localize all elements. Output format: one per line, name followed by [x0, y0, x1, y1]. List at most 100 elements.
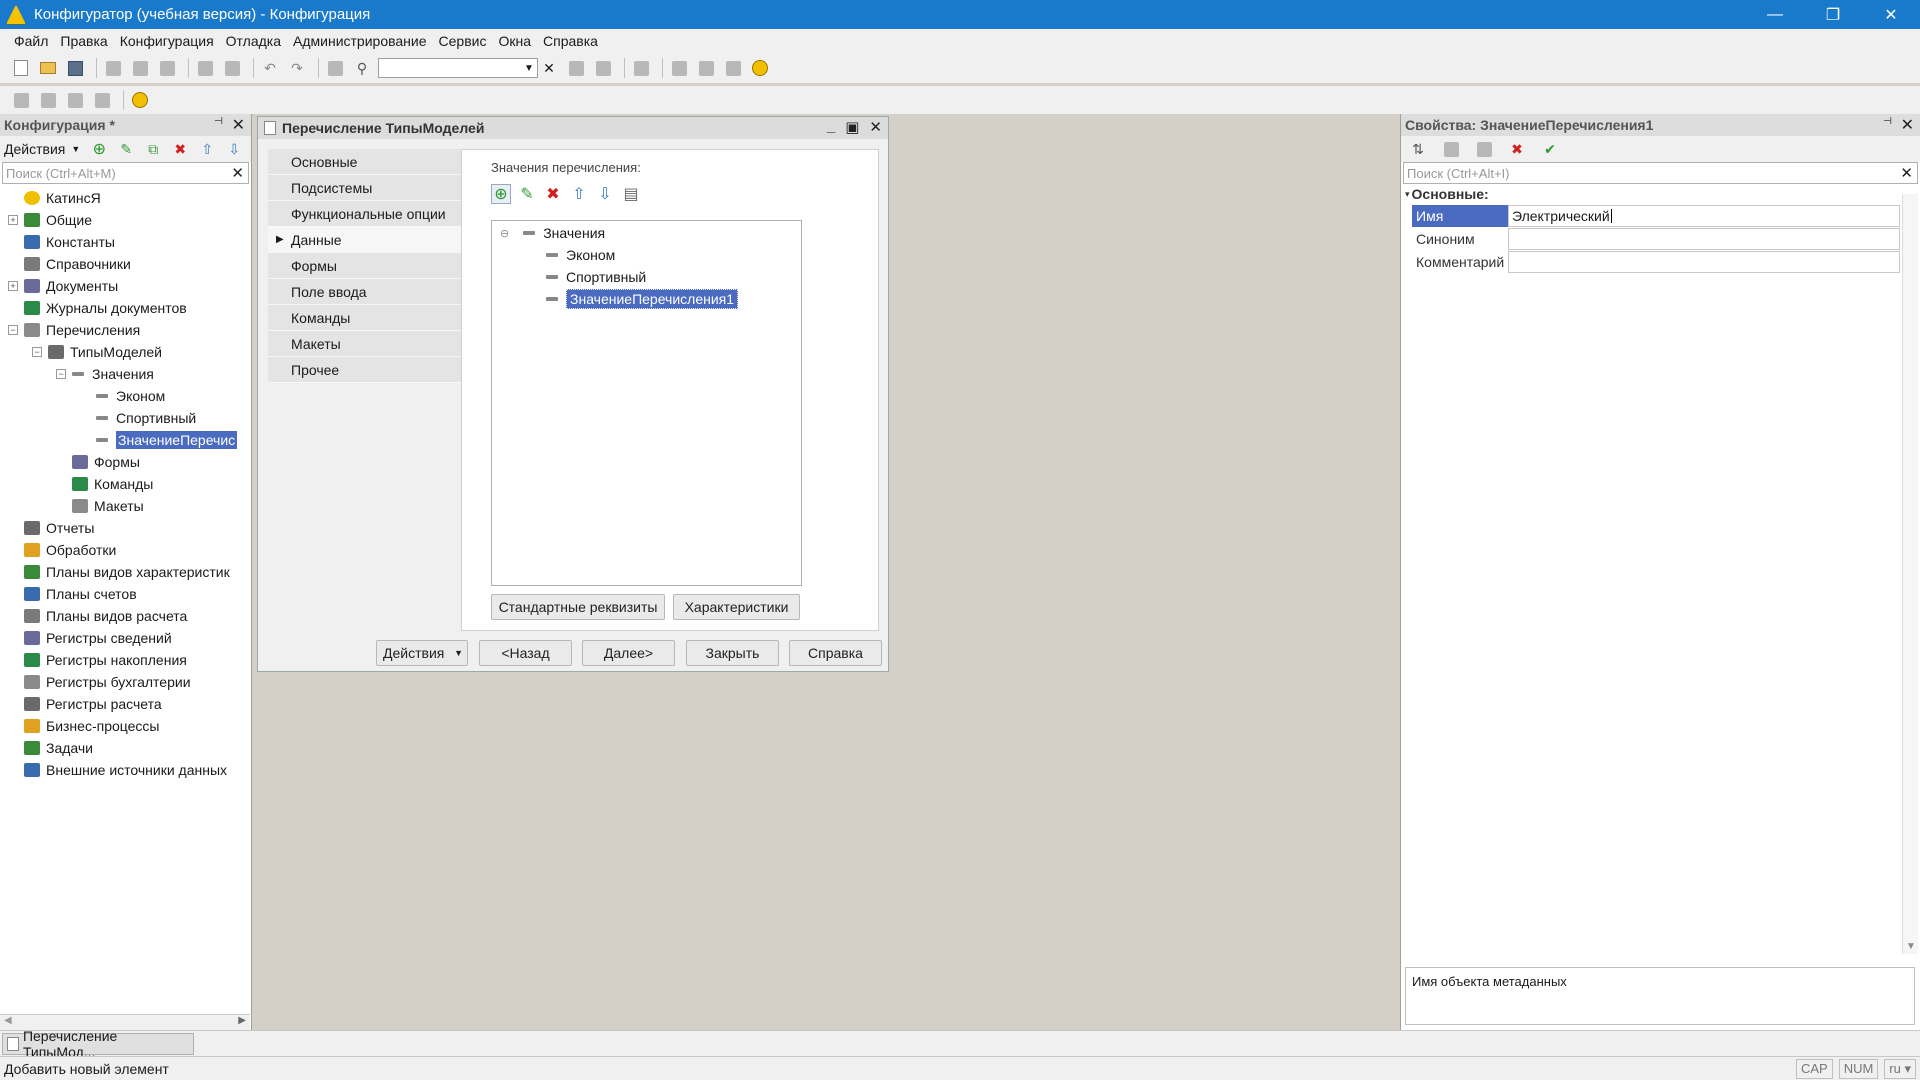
tree-item[interactable]: Команды — [0, 473, 251, 495]
dialog-minimize-icon[interactable]: _ — [827, 118, 835, 136]
standard-attributes-button[interactable]: Стандартные реквизиты — [491, 594, 665, 620]
dialog-nav-item[interactable]: ▶ Данные — [268, 227, 461, 253]
filter-icon[interactable] — [1473, 138, 1495, 160]
search-combo-input[interactable]: ▼ — [378, 58, 538, 78]
expand-icon[interactable]: + — [8, 281, 18, 291]
print-preview-icon[interactable] — [221, 57, 243, 79]
undo-icon[interactable]: ↶ — [259, 57, 281, 79]
paste-icon[interactable] — [156, 57, 178, 79]
expand-icon[interactable]: + — [8, 215, 18, 225]
taskbar-item[interactable]: Перечисление ТипыМод... — [2, 1028, 194, 1060]
tree-item[interactable]: Регистры расчета — [0, 693, 251, 715]
tree-item[interactable]: Планы счетов — [0, 583, 251, 605]
dialog-nav-item[interactable]: Команды — [268, 305, 461, 331]
actions-dropdown[interactable]: Действия — [4, 141, 65, 157]
save-icon[interactable] — [64, 57, 86, 79]
tree-item[interactable]: КатинсЯ — [0, 187, 251, 209]
pin-icon[interactable]: ⊣ — [214, 116, 223, 127]
tree-item[interactable]: Регистры накопления — [0, 649, 251, 671]
minimize-button[interactable]: — — [1746, 0, 1804, 29]
categories-icon[interactable] — [1440, 138, 1462, 160]
help-button[interactable]: Справка — [789, 640, 882, 666]
pin-icon[interactable]: ⊣ — [1883, 116, 1892, 127]
templates-toolbar-icon[interactable] — [722, 57, 744, 79]
menu-edit[interactable]: Правка — [60, 33, 107, 49]
tree-item[interactable]: Спортивный — [0, 407, 251, 429]
next-button[interactable]: Далее> — [582, 640, 675, 666]
menu-help[interactable]: Справка — [543, 33, 598, 49]
tree-item[interactable]: Эконом — [0, 385, 251, 407]
dialog-nav-item[interactable]: Функциональные опции — [268, 201, 461, 227]
move-value-down-icon[interactable]: ⇩ — [595, 184, 615, 204]
back-button[interactable]: <Назад — [479, 640, 572, 666]
help-topics-icon[interactable] — [695, 57, 717, 79]
tree-item[interactable]: Регистры бухгалтерии — [0, 671, 251, 693]
menu-administration[interactable]: Администрирование — [293, 33, 427, 49]
copy-item-icon[interactable]: ⧉ — [142, 138, 164, 160]
tree-item[interactable]: Внешние источники данных — [0, 759, 251, 781]
run-debug-icon[interactable] — [129, 89, 151, 111]
clear-search-icon[interactable]: ✕ — [538, 57, 560, 79]
tree-item[interactable]: ЗначениеПеречис — [0, 429, 251, 451]
close-button[interactable]: Закрыть — [686, 640, 779, 666]
list-item[interactable]: Эконом — [546, 245, 615, 265]
comment-field[interactable] — [1508, 250, 1900, 273]
search-next-icon[interactable] — [592, 57, 614, 79]
maximize-button[interactable]: ❐ — [1804, 0, 1862, 29]
syntax-assistant-icon[interactable] — [668, 57, 690, 79]
language-indicator[interactable]: ru ▾ — [1884, 1059, 1916, 1079]
tree-item[interactable]: + Документы — [0, 275, 251, 297]
vertical-scrollbar[interactable]: ▼ — [1902, 194, 1918, 954]
menu-configuration[interactable]: Конфигурация — [120, 33, 214, 49]
config-search-input[interactable]: Поиск (Ctrl+Alt+M) ✕ — [2, 162, 249, 184]
dialog-nav-item[interactable]: Подсистемы — [268, 175, 461, 201]
dialog-nav-item[interactable]: Формы — [268, 253, 461, 279]
tree-item[interactable]: Регистры сведений — [0, 627, 251, 649]
find-in-page-icon[interactable] — [324, 57, 346, 79]
close-panel-icon[interactable]: ✕ — [1901, 115, 1914, 135]
characteristics-button[interactable]: Характеристики — [673, 594, 800, 620]
cancel-icon[interactable]: ✖ — [1506, 138, 1528, 160]
dialog-actions-dropdown[interactable]: Действия ▼ — [376, 640, 468, 666]
config-db-icon[interactable] — [10, 89, 32, 111]
delete-value-icon[interactable]: ✖ — [543, 184, 563, 204]
window-list-icon[interactable] — [630, 57, 652, 79]
close-window-button[interactable]: ✕ — [1862, 0, 1920, 29]
list-item[interactable]: ЗначениеПеречисления1 — [546, 289, 739, 309]
tree-item[interactable]: Макеты — [0, 495, 251, 517]
edit-icon[interactable]: ✎ — [115, 138, 137, 160]
delete-icon[interactable]: ✖ — [169, 138, 191, 160]
redo-icon[interactable]: ↷ — [286, 57, 308, 79]
search-prev-icon[interactable] — [565, 57, 587, 79]
tree-item[interactable]: Отчеты — [0, 517, 251, 539]
dialog-nav-item[interactable]: Прочее — [268, 357, 461, 383]
search-icon[interactable]: ⚲ — [351, 57, 373, 79]
name-field[interactable]: Электрический — [1508, 204, 1900, 227]
sort-values-icon[interactable]: ▤ — [621, 184, 641, 204]
section-main[interactable]: ▾ Основные: — [1401, 184, 1920, 204]
new-document-icon[interactable] — [10, 57, 32, 79]
dialog-close-icon[interactable]: ✕ — [869, 118, 882, 136]
compare-icon[interactable] — [91, 89, 113, 111]
tree-item[interactable]: Бизнес-процессы — [0, 715, 251, 737]
move-value-up-icon[interactable]: ⇧ — [569, 184, 589, 204]
close-panel-icon[interactable]: ✕ — [232, 115, 245, 135]
move-down-icon[interactable]: ⇩ — [223, 138, 245, 160]
dialog-maximize-icon[interactable]: ▣ — [845, 118, 859, 136]
add-icon[interactable]: ⊕ — [88, 138, 110, 160]
edit-value-icon[interactable]: ✎ — [517, 184, 537, 204]
dialog-nav-item[interactable]: Макеты — [268, 331, 461, 357]
tree-item[interactable]: − Перечисления — [0, 319, 251, 341]
collapse-icon[interactable]: − — [8, 325, 18, 335]
dialog-nav-item[interactable]: Основные — [268, 149, 461, 175]
menu-file[interactable]: Файл — [14, 33, 48, 49]
list-item[interactable]: Спортивный — [546, 267, 646, 287]
open-folder-icon[interactable] — [37, 57, 59, 79]
tree-item[interactable]: Константы — [0, 231, 251, 253]
tree-item[interactable]: Формы — [0, 451, 251, 473]
collapse-icon[interactable]: ⊖ — [500, 227, 509, 240]
print-icon[interactable] — [194, 57, 216, 79]
info-icon[interactable] — [749, 57, 771, 79]
sort-alpha-icon[interactable]: ⇅ — [1407, 138, 1429, 160]
menu-debug[interactable]: Отладка — [226, 33, 281, 49]
